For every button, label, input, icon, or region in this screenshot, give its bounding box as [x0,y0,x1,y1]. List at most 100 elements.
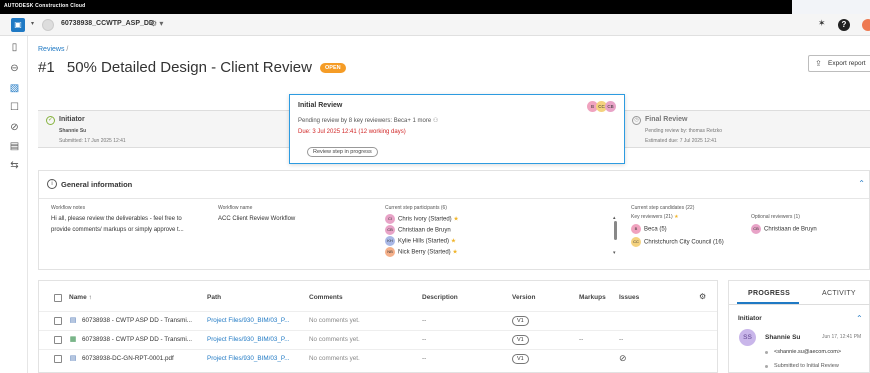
add-issue-icon[interactable]: ⊘ [619,353,627,364]
timeline-dot [765,351,768,354]
tab-progress[interactable]: PROGRESS [748,290,790,297]
progress-user-email: <shannie.su@aecom.com> [774,349,842,355]
column-header-comments[interactable]: Comments [309,294,343,301]
name-header-label: Name [69,294,87,301]
help-icon[interactable]: ? [838,19,850,31]
star-icon: ★ [450,238,457,245]
initiator-person: Shannie Su [59,128,87,134]
column-header-description[interactable]: Description [422,294,458,301]
files-table: Name ↑ Path Comments Description Version… [38,280,718,373]
column-header-issues[interactable]: Issues [619,294,639,301]
select-all-checkbox[interactable] [54,294,62,302]
file-description: -- [422,355,427,362]
review-step-status-button[interactable]: Review step in progress [307,147,378,157]
avatar: SS [739,329,756,346]
progress-event: Submitted to Initial Review [774,363,839,369]
sheets-icon[interactable]: ⊖ [9,63,20,74]
files-icon[interactable]: ▯ [9,42,20,53]
progress-user-name: Shannie Su [765,334,801,341]
chevron-up-icon[interactable]: ⌃ [858,179,865,188]
reviews-icon[interactable]: ▧ [9,83,20,94]
participant-name: Kylie Hills (Started) [398,238,450,245]
chevron-down-icon[interactable]: ▾ [31,20,34,27]
file-comments: No comments yet. [309,336,360,343]
chevron-up-icon[interactable]: ⌃ [856,314,863,323]
transmittals-icon[interactable]: ☐ [9,102,20,113]
current-step-desc-text: Pending review by 8 key reviewers: Beca+… [298,118,432,124]
export-report-label: Export report [828,60,866,67]
star-icon: ★ [453,216,459,223]
issues-icon[interactable]: ⊘ [9,122,20,133]
initiator-step-title: Initiator [59,116,85,123]
project-bar: ▣ ▾ 60738938_CCWTP_ASP_DD ⚙ ▾ ✶ ? [0,14,870,36]
tab-activity[interactable]: ACTIVITY [822,290,856,297]
participant-avatar: CI [385,214,395,224]
candidates-label: Current step candidates (22) [631,205,695,211]
file-comments: No comments yet. [309,355,360,362]
page-title: #1 50% Detailed Design - Client Review [38,59,312,76]
file-name[interactable]: 60738938 - CWTP ASP DD - Transmi... [82,336,200,343]
current-step-due: Due: 3 Jul 2025 12:41 (12 working days) [298,129,406,135]
row-checkbox[interactable] [54,355,62,363]
group-icon: ⚇ [432,118,439,124]
reviewer-avatar: CB [605,101,616,112]
reviewer-name: Christiaan de Bruyn [764,226,817,233]
table-row[interactable]: ▦ 60738938 - CWTP ASP DD - Transmi... Pr… [39,330,717,348]
file-path[interactable]: Project Files/930_BIM/03_P... [207,336,302,343]
column-header-version[interactable]: Version [512,294,535,301]
app-switcher-icon[interactable]: ▣ [11,18,25,32]
reports-icon[interactable]: ▤ [9,141,20,152]
file-issues: -- [619,336,624,343]
file-path[interactable]: Project Files/930_BIM/03_P... [207,317,302,324]
current-step-card[interactable]: Initial Review B CC CB Pending review by… [289,94,625,164]
export-report-button[interactable]: ⇪ Export report [808,55,870,72]
project-name[interactable]: 60738938_CCWTP_ASP_DD [61,20,154,27]
left-sidebar: ▯ ⊖ ▧ ☐ ⊘ ▤ ⇆ [0,36,28,373]
top-bar-accent [792,0,870,14]
column-header-name[interactable]: Name ↑ [69,294,92,301]
file-path[interactable]: Project Files/930_BIM/03_P... [207,355,302,362]
clock-icon: ◷ [632,116,641,125]
scroll-down-icon[interactable]: ▾ [613,250,616,256]
table-row[interactable]: ▤ 60738938-DC-GN-RPT-0001.pdf Project Fi… [39,349,717,367]
announcements-icon[interactable]: ✶ [818,18,826,29]
general-information-header[interactable]: i General information ⌃ [39,171,869,199]
file-description: -- [422,317,427,324]
participants-label: Current step participants (6) [385,205,447,211]
breadcrumb-separator: / [66,46,69,53]
file-name[interactable]: 60738938 - CWTP ASP DD - Transmi... [82,317,200,324]
key-reviewers-label: Key reviewers (21) ★ [631,214,679,220]
column-settings-icon[interactable]: ⚙ [699,292,706,301]
user-avatar[interactable] [862,19,870,31]
version-badge[interactable]: V1 [512,316,529,326]
check-circle-icon: ✓ [46,116,55,125]
file-name[interactable]: 60738938-DC-GN-RPT-0001.pdf [82,355,200,362]
document-icon: ▤ [69,317,77,324]
column-header-path[interactable]: Path [207,294,221,301]
participant-name: Christiaan de Bruyn [398,227,451,234]
info-icon: i [47,179,57,189]
initiator-submitted: Submitted: 17 Jun 2025 12:41 [59,138,126,144]
general-information-panel: i General information ⌃ Workflow notes H… [38,170,870,270]
current-step-description: Pending review by 8 key reviewers: Beca+… [298,117,438,124]
star-icon: ★ [452,249,458,256]
status-badge: OPEN [320,63,346,73]
key-reviewer-item: B Beca (5) [631,224,667,234]
table-row[interactable]: ▤ 60738938 - CWTP ASP DD - Transmi... Pr… [39,311,717,329]
participant-item: KH Kylie Hills (Started) ★ [385,236,456,246]
sort-arrow-icon: ↑ [88,294,92,301]
column-header-markups[interactable]: Markups [579,294,606,301]
participants-scrollbar[interactable] [614,221,617,240]
row-checkbox[interactable] [54,317,62,325]
version-badge[interactable]: V1 [512,335,529,345]
sync-icon[interactable]: ⇆ [9,160,20,171]
version-badge[interactable]: V1 [512,354,529,364]
project-settings-icon[interactable]: ⚙ ▾ [150,19,163,28]
breadcrumb: Reviews / [38,46,68,53]
timeline-dot [765,365,768,368]
breadcrumb-reviews-link[interactable]: Reviews [38,46,64,53]
export-icon: ⇪ [815,59,822,68]
workflow-name-value: ACC Client Review Workflow [218,216,296,222]
row-checkbox[interactable] [54,336,62,344]
autodesk-brand: AUTODESK Construction Cloud [4,3,86,9]
